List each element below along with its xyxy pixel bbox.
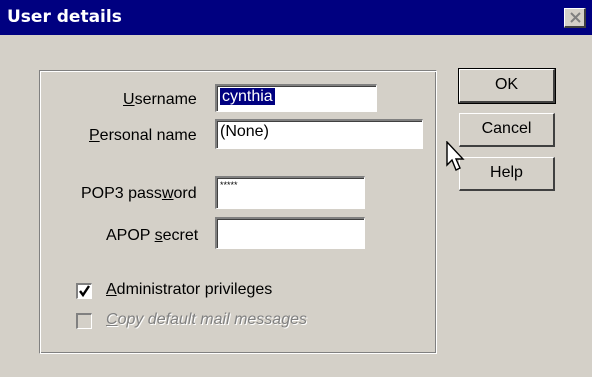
copy-mail-label: Copy default mail messages	[106, 311, 307, 328]
checkmark-icon	[79, 285, 90, 298]
admin-privileges-label: Administrator privileges	[106, 281, 273, 298]
cancel-button[interactable]: Cancel	[459, 113, 555, 147]
apop-secret-label: APOP secret	[106, 227, 199, 244]
ok-button[interactable]: OK	[458, 68, 556, 104]
mouse-cursor-icon	[446, 141, 465, 171]
close-button[interactable]	[564, 8, 586, 28]
admin-privileges-checkbox[interactable]	[76, 283, 92, 299]
username-value: cynthia	[220, 88, 275, 105]
username-field[interactable]: cynthia	[215, 84, 377, 112]
pop3-password-label: POP3 password	[81, 185, 197, 202]
window-title: User details	[7, 7, 122, 27]
title-bar: User details	[0, 0, 592, 35]
username-label: Username	[123, 91, 197, 108]
pop3-password-value: *****	[220, 180, 238, 190]
personal-name-value: (None)	[220, 123, 269, 140]
personal-name-field[interactable]: (None)	[215, 119, 423, 149]
pop3-password-field[interactable]: *****	[215, 176, 365, 209]
copy-mail-checkbox[interactable]	[76, 313, 92, 329]
apop-secret-field[interactable]	[215, 217, 365, 249]
help-button[interactable]: Help	[459, 157, 555, 191]
personal-name-label: Personal name	[89, 127, 197, 144]
close-icon	[570, 12, 581, 23]
